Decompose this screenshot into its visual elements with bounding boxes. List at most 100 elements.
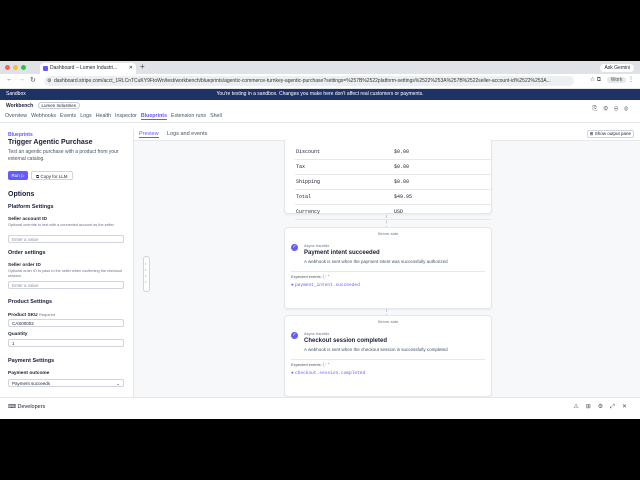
expected-events-text: Expected events: [291, 362, 321, 367]
settings-icon[interactable]: ⚙: [598, 404, 610, 410]
developers-actions: ⚠⊞⚙⤢✕: [573, 403, 634, 411]
forward-icon[interactable]: →: [18, 76, 25, 83]
blueprint-sidebar: Blueprints Trigger Agentic Purchase Test…: [0, 129, 134, 397]
run-button[interactable]: Run ▷: [8, 171, 28, 180]
sku-input[interactable]: CAS00002: [8, 319, 124, 327]
new-tab-button[interactable]: +: [140, 62, 145, 71]
order-summary-table: Discount $0.00 Tax $0.00 Shipping $0.00 Total $…: [295, 145, 491, 220]
expand-icon[interactable]: ⤢: [610, 404, 622, 410]
event-row: ● payment_intent.succeeded: [291, 282, 360, 288]
page-title: Trigger Agentic Purchase: [8, 139, 93, 146]
browser-tab-title: Dashboard – Lumen Industri...: [50, 65, 118, 71]
copy-label: Copy for LLM: [40, 174, 68, 179]
divider: [291, 271, 485, 272]
browser-toolbar: ← → ↻ ⚙ dashboard.stripe.com/acct_1RLCnT…: [0, 74, 640, 89]
developers-bar: ⌨ Developers ⚠⊞⚙⤢✕: [0, 397, 640, 419]
close-tab-icon[interactable]: ✕: [129, 63, 133, 74]
close-window-icon[interactable]: [5, 65, 10, 70]
link-icon[interactable]: ⎘: [592, 106, 603, 112]
tab-logs-and-events[interactable]: Logs and events: [167, 131, 207, 137]
run-label: Run: [11, 173, 20, 178]
menu-icon[interactable]: ⋮: [628, 77, 634, 83]
order-settings-heading: Order settings: [8, 250, 46, 256]
quantity-label: Quantity: [8, 332, 28, 337]
breadcrumb[interactable]: Blueprints: [8, 132, 33, 138]
event-name: checkout.session.completed: [294, 371, 366, 376]
payment-outcome-select[interactable]: Payment succeeds ⌄: [8, 379, 124, 387]
product-settings-heading: Product Settings: [8, 299, 53, 305]
terminal-icon: ⌨: [8, 404, 16, 410]
maximize-window-icon[interactable]: [21, 65, 26, 70]
site-info-icon[interactable]: ⚙: [47, 76, 51, 86]
seller-account-input[interactable]: Enter a value: [8, 235, 124, 243]
bookmark-icon[interactable]: ☆: [590, 77, 595, 83]
close-panel-icon[interactable]: ⊗: [624, 106, 634, 112]
server-side-label: Server-side: [377, 231, 399, 236]
seller-order-input[interactable]: Enter a value: [8, 281, 124, 289]
check-circle-icon: ✓: [291, 244, 298, 251]
shell-icon[interactable]: ⊞: [586, 404, 598, 410]
address-bar[interactable]: ⚙ dashboard.stripe.com/acct_1RLCnTCuKY9F…: [44, 76, 574, 86]
tab-webhooks[interactable]: Webhooks: [31, 113, 56, 119]
tab-logs[interactable]: Logs: [80, 113, 92, 119]
tab-overview[interactable]: Overview: [5, 113, 27, 119]
tab-health[interactable]: Health: [96, 113, 111, 119]
close-icon[interactable]: ✕: [622, 404, 634, 410]
tab-blueprints[interactable]: Blueprints: [140, 113, 168, 120]
tab-events[interactable]: Events: [60, 113, 76, 119]
row-label: Shipping: [295, 174, 393, 190]
copy-for-llm-button[interactable]: ⧉ Copy for LLM: [31, 171, 73, 180]
payment-intent-card: Server-side ✓ Async handler Payment inte…: [284, 227, 492, 309]
tab-preview[interactable]: Preview: [139, 131, 159, 138]
minimize-window-icon[interactable]: [13, 65, 18, 70]
checkout-session-card: Server-side ✓ Async handler Checkout ses…: [284, 315, 492, 397]
minimize-panel-icon[interactable]: ⊖: [614, 106, 624, 112]
table-row: Total $49.95: [295, 189, 491, 205]
extensions-icon[interactable]: ⧉: [597, 77, 601, 83]
stripe-favicon-icon: [43, 66, 48, 71]
row-value: $49.95: [393, 189, 491, 205]
tab-shell[interactable]: Shell: [210, 113, 222, 119]
table-row: Currency USD: [295, 204, 491, 220]
app-name: Workbench: [6, 103, 34, 109]
table-row: Shipping $0.00: [295, 174, 491, 190]
back-icon[interactable]: ←: [6, 76, 13, 83]
drag-handle[interactable]: • • • •: [143, 256, 150, 292]
reload-icon[interactable]: ↻: [30, 76, 36, 84]
seller-account-label: Seller account ID: [8, 217, 47, 222]
show-output-pane-button[interactable]: ⊞ Show output pane: [586, 130, 634, 138]
header-actions: ⎘⚙⊖⊗: [592, 106, 634, 113]
payment-outcome-value: Payment succeeds: [12, 381, 51, 386]
quantity-input[interactable]: 1: [8, 339, 124, 347]
order-summary-card: Discount $0.00 Tax $0.00 Shipping $0.00 Total $…: [284, 139, 492, 220]
drag-dots-icon: • • • •: [145, 261, 147, 284]
developers-button[interactable]: ⌨ Developers: [8, 404, 45, 410]
tab-extension-runs[interactable]: Extension runs: [171, 113, 206, 119]
info-icon: ⓘ: [321, 362, 326, 367]
handler-kind: Async handler: [304, 243, 330, 248]
chevron-up-icon[interactable]: ⌃: [327, 274, 330, 279]
ask-gemini-button[interactable]: Ask Gemini: [600, 64, 634, 72]
browser-tab[interactable]: Dashboard – Lumen Industri... ✕: [40, 63, 136, 74]
preview-pane: Preview Logs and events ⊞ Show output pa…: [134, 129, 640, 397]
divider: [291, 359, 485, 360]
table-row: Tax $0.00: [295, 159, 491, 175]
panel-icon: ⊞: [589, 131, 594, 136]
seller-order-label: Seller order ID: [8, 263, 41, 268]
bug-icon[interactable]: ⚠: [573, 404, 585, 410]
row-value: $0.00: [393, 159, 491, 175]
row-value: $0.00: [393, 174, 491, 190]
event-title: Checkout session completed: [304, 338, 388, 344]
event-row: ● checkout.session.completed: [291, 370, 365, 376]
required-marker: Required: [38, 312, 56, 317]
settings-icon[interactable]: ⚙: [603, 106, 614, 112]
seller-account-help: Optional override to test with a connect…: [8, 223, 115, 227]
profile-button[interactable]: Work: [606, 77, 627, 83]
chevron-up-icon[interactable]: ⌃: [327, 362, 330, 367]
developers-label: Developers: [17, 404, 46, 410]
toolbar-actions: ☆ ⧉ Work ⋮: [590, 76, 634, 84]
show-output-label: Show output pane: [594, 131, 631, 136]
tab-inspector[interactable]: Inspector: [115, 113, 137, 119]
sku-label-text: Product SKU: [8, 313, 38, 318]
account-badge[interactable]: Lumen Industries: [37, 102, 81, 109]
